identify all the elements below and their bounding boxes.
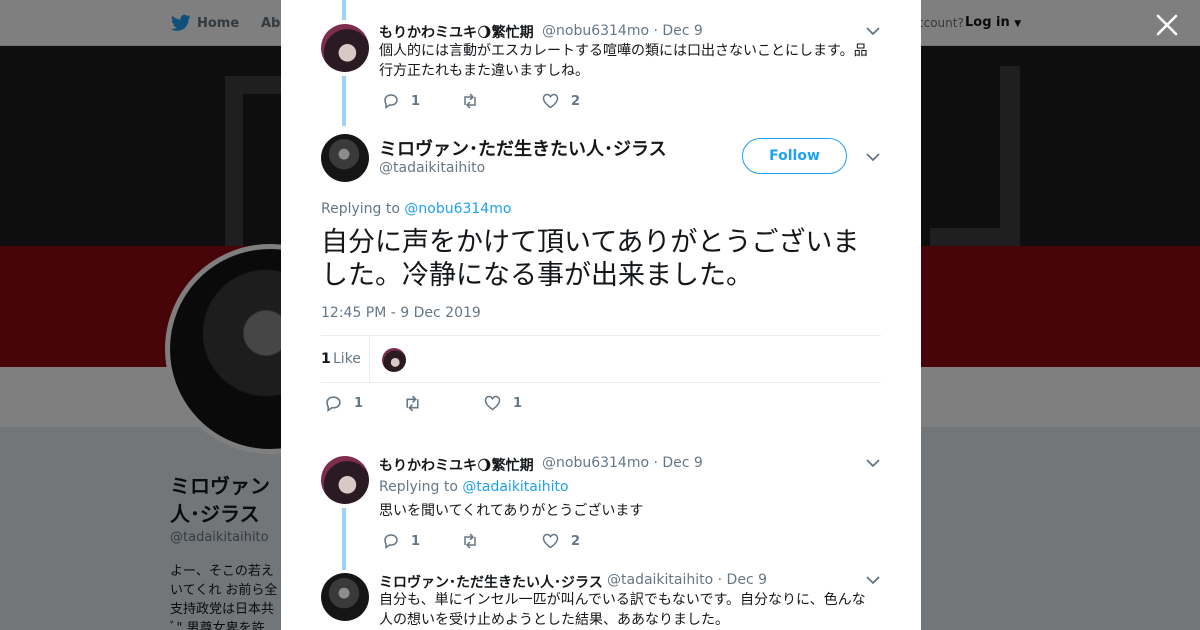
reply-count: 1 xyxy=(411,93,421,109)
replying-to-link[interactable]: @nobu6314mo xyxy=(404,201,511,217)
main-tweet-timestamp[interactable]: 12:45 PM - 9 Dec 2019 xyxy=(321,305,481,321)
replying-to: Replying to @tadaikitaihito xyxy=(379,479,569,495)
like-stat-count[interactable]: 1 xyxy=(321,351,331,367)
stats-divider xyxy=(369,336,370,382)
heart-icon xyxy=(542,533,559,549)
liker-avatar[interactable] xyxy=(382,348,406,372)
retweet-button[interactable] xyxy=(461,533,491,549)
retweet-button[interactable] xyxy=(403,395,434,412)
like-button[interactable]: 2 xyxy=(542,93,580,109)
reply-count: 1 xyxy=(411,533,421,549)
heart-icon xyxy=(542,93,559,109)
like-stat-label[interactable]: Like xyxy=(333,351,361,367)
main-tweet-author-handle[interactable]: @tadaikitaihito xyxy=(379,160,485,176)
tweet-date[interactable]: · Dec 9 xyxy=(653,455,702,471)
thread-line xyxy=(342,0,346,20)
handle-text: @nobu6314mo xyxy=(542,23,650,39)
tweet-author-name[interactable]: もりかわミユキ🌖繁忙期 xyxy=(379,22,534,42)
main-tweet-text: 自分に声をかけて頂いてありがとうございました。冷静になる事が出来ました。 xyxy=(321,227,860,291)
like-button[interactable]: 2 xyxy=(542,533,580,549)
thread-line xyxy=(342,76,346,126)
avatar[interactable] xyxy=(321,573,369,621)
heart-icon xyxy=(484,395,501,411)
replying-to-prefix: Replying to xyxy=(321,201,400,217)
avatar[interactable] xyxy=(321,134,369,182)
avatar[interactable] xyxy=(321,456,369,504)
tweet-text: 自分も、単にインセル一匹が叫んでいる訳でもないです。自分なりに、色んな人の想いを… xyxy=(379,592,866,628)
replying-to-prefix: Replying to xyxy=(379,479,458,495)
reply-button[interactable]: 1 xyxy=(383,93,420,109)
chevron-down-icon[interactable] xyxy=(866,575,880,585)
reply-icon xyxy=(384,94,398,109)
tweet-permalink-modal: もりかわミユキ🌖繁忙期 @nobu6314mo · Dec 9 個人的には言動が… xyxy=(281,0,921,630)
tweet-author-name[interactable]: もりかわミユキ🌖繁忙期 xyxy=(379,455,534,475)
like-count: 1 xyxy=(513,395,523,411)
reply-button[interactable]: 1 xyxy=(325,395,363,412)
reply-count: 1 xyxy=(354,396,364,411)
main-tweet-author-name[interactable]: ミロヴァン･ただ生きたい人･ジラス xyxy=(379,135,667,161)
retweet-icon xyxy=(464,93,476,109)
retweet-icon xyxy=(464,533,476,549)
tweet-author-handle[interactable]: @tadaikitaihito · Dec 9 xyxy=(607,572,767,588)
tweet-text: 思いを聞いてくれてありがとうございます xyxy=(379,503,644,519)
like-button[interactable]: 1 xyxy=(484,395,522,411)
tweet-author-handle[interactable]: @nobu6314mo · Dec 9 xyxy=(542,23,703,39)
retweet-icon xyxy=(406,395,419,412)
tweet-stats: 1 Like xyxy=(321,335,881,383)
thread-line xyxy=(342,508,346,570)
like-count: 2 xyxy=(571,93,581,109)
follow-button[interactable]: Follow xyxy=(742,138,847,174)
reply-icon xyxy=(384,534,398,549)
close-icon[interactable] xyxy=(1154,12,1180,38)
replying-to-link[interactable]: @tadaikitaihito xyxy=(462,479,568,495)
handle-text: @tadaikitaihito xyxy=(607,572,714,588)
avatar[interactable] xyxy=(321,24,369,72)
like-count: 2 xyxy=(571,533,581,549)
chevron-down-icon[interactable] xyxy=(866,26,880,36)
tweet-date[interactable]: · Dec 9 xyxy=(653,23,702,39)
tweet-author-handle[interactable]: @nobu6314mo · Dec 9 xyxy=(542,455,703,471)
retweet-button[interactable] xyxy=(461,93,491,109)
reply-button[interactable]: 1 xyxy=(383,533,420,549)
tweet-text: 個人的には言動がエスカレートする喧嘩の類には口出さないことにします。品行方正たれ… xyxy=(379,43,868,79)
handle-text: @nobu6314mo xyxy=(542,455,650,471)
chevron-down-icon[interactable] xyxy=(866,458,880,468)
tweet-date[interactable]: · Dec 9 xyxy=(718,572,767,588)
reply-icon xyxy=(326,396,341,412)
chevron-down-icon[interactable] xyxy=(866,152,880,162)
replying-to: Replying to @nobu6314mo xyxy=(321,201,511,217)
tweet-author-name[interactable]: ミロヴァン･ただ生きたい人･ジラス xyxy=(379,572,603,592)
